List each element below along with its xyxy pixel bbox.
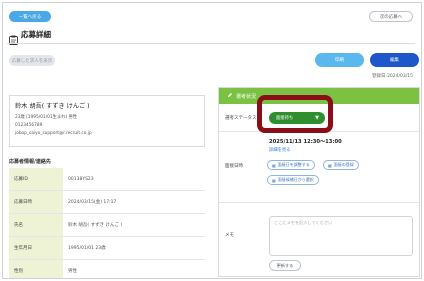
next-application-button[interactable]: 次の応募へ xyxy=(369,11,413,22)
table-row: 生年月日 1995/01/01 23歳 xyxy=(9,237,205,260)
clipboard-icon xyxy=(9,30,18,45)
print-button[interactable]: 印刷 xyxy=(315,53,364,67)
row-label: 応募ID xyxy=(9,168,63,190)
contact-section-heading: 応募者情報/連絡先 xyxy=(9,159,51,165)
row-label: 性別 xyxy=(9,260,63,278)
table-row: 氏名 鈴木 胡吾( すずき けんご ) xyxy=(9,214,205,237)
page-title-row: 応募詳細 xyxy=(9,29,51,45)
applicant-info-table: 応募ID 00138YS23 応募日時 2024/03/15(金) 17:17 … xyxy=(9,168,205,278)
table-row: 応募日時 2024/03/15(金) 17:17 xyxy=(9,191,205,214)
show-applied-job-button[interactable]: 応募した求人を表示 xyxy=(9,55,55,66)
app-frame: 一覧へ戻る 次の応募へ 応募詳細 応募した求人を表示 印刷 編集 登録日:202… xyxy=(2,2,422,279)
row-label: 応募日時 xyxy=(9,191,63,213)
page-title: 応募詳細 xyxy=(21,30,51,39)
title-divider xyxy=(7,43,415,44)
row-value: 1995/01/01 23歳 xyxy=(68,246,106,251)
row-value: 00138YS23 xyxy=(68,176,94,182)
calendar-icon: ▦ xyxy=(272,177,276,183)
status-highlight-box xyxy=(257,95,333,133)
status-label: 選考ステータス xyxy=(225,116,257,121)
calendar-icon: ▦ xyxy=(272,162,276,168)
interview-detail-link[interactable]: 詳細を見る xyxy=(269,147,290,153)
memo-textarea[interactable]: ここにメモを記入してください xyxy=(269,216,413,256)
row-value: 2024/03/15(金) 17:17 xyxy=(68,200,117,205)
calendar-icon: ▦ xyxy=(328,162,332,168)
update-memo-button[interactable]: 更新する xyxy=(269,260,301,271)
applicant-email: jobop_saiyo_support@r.recruit.co.jp xyxy=(15,131,92,136)
button-label: 面接候補日から選択 xyxy=(277,177,314,182)
row-label: 氏名 xyxy=(9,214,63,236)
applicant-profile-card: 鈴木 胡吾( すずき けんご ) 23歳 (1995/01/01生まれ) 男性 … xyxy=(9,95,205,147)
selection-panel-title: 選考状況 xyxy=(236,93,257,100)
back-to-list-button[interactable]: 一覧へ戻る xyxy=(9,11,51,22)
interview-datetime: 2025/11/13 12:30～13:00 xyxy=(269,139,342,145)
row-value: 男性 xyxy=(68,269,77,274)
row-label: 生年月日 xyxy=(9,237,63,259)
applicant-name: 鈴木 胡吾( すずき けんご ) xyxy=(15,103,90,110)
pencil-icon xyxy=(227,92,233,100)
interview-row: 面接日時 2025/11/13 12:30～13:00 詳細を見る ▦ 面接日を… xyxy=(219,133,419,203)
register-interview-button[interactable]: ▦ 面接の登録 xyxy=(323,160,359,170)
table-row: 応募ID 00138YS23 xyxy=(9,168,205,191)
memo-row: メモ ここにメモを記入してください 更新する xyxy=(219,204,419,276)
applicant-phone: 0123456789 xyxy=(15,123,43,128)
table-row: 性別 男性 xyxy=(9,260,205,278)
row-value: 鈴木 胡吾( すずき けんご ) xyxy=(68,223,123,228)
select-candidate-date-button[interactable]: ▦ 面接候補日から選択 xyxy=(267,175,319,185)
adjust-interview-button[interactable]: ▦ 面接日を調整する xyxy=(267,160,315,170)
edit-button[interactable]: 編集 xyxy=(370,53,419,67)
interview-label: 面接日時 xyxy=(225,164,243,169)
memo-label: メモ xyxy=(225,233,234,238)
registered-date: 登録日:2024/03/15 xyxy=(372,74,413,79)
button-label: 面接日を調整する xyxy=(277,162,310,167)
button-label: 面接の登録 xyxy=(333,162,354,167)
applicant-birth: 23歳 (1995/01/01生まれ) 男性 xyxy=(15,115,78,120)
